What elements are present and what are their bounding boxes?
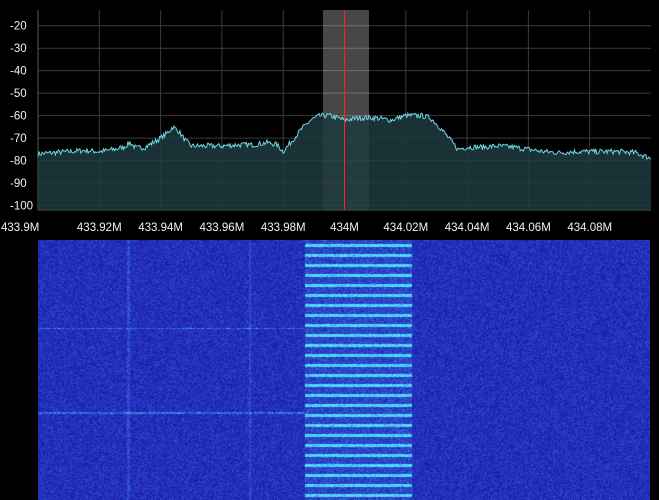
y-tick-label: -100: [10, 201, 33, 213]
y-tick-label: -80: [10, 156, 27, 168]
y-tick-label: -30: [10, 43, 27, 55]
x-tick-label: 433.92M: [77, 222, 122, 234]
y-tick-label: -20: [10, 21, 27, 33]
waterfall-display[interactable]: [38, 240, 650, 500]
x-tick-label: 433.98M: [261, 222, 306, 234]
x-tick-label: 434M: [330, 222, 359, 234]
sdr-app: -20 -30 -40 -50 -60 -70 -80 -90 -100 433.9M 433.9…: [0, 0, 659, 500]
x-tick-label: 434.06M: [506, 222, 551, 234]
x-tick-label: 434.08M: [567, 222, 612, 234]
x-tick-label: 434.02M: [383, 222, 428, 234]
y-tick-label: -70: [10, 133, 27, 145]
y-tick-label: -50: [10, 88, 27, 100]
waterfall-panel: [0, 240, 659, 500]
y-tick-label: -40: [10, 66, 27, 78]
x-tick-label: 433.9M: [1, 222, 39, 234]
x-tick-label: 433.94M: [138, 222, 183, 234]
x-tick-label: 434.04M: [445, 222, 490, 234]
x-tick-label: 433.96M: [200, 222, 245, 234]
y-tick-label: -60: [10, 111, 27, 123]
y-tick-label: -90: [10, 178, 27, 190]
spectrum-plot[interactable]: -20 -30 -40 -50 -60 -70 -80 -90 -100 433.9M 433.9…: [0, 0, 659, 240]
